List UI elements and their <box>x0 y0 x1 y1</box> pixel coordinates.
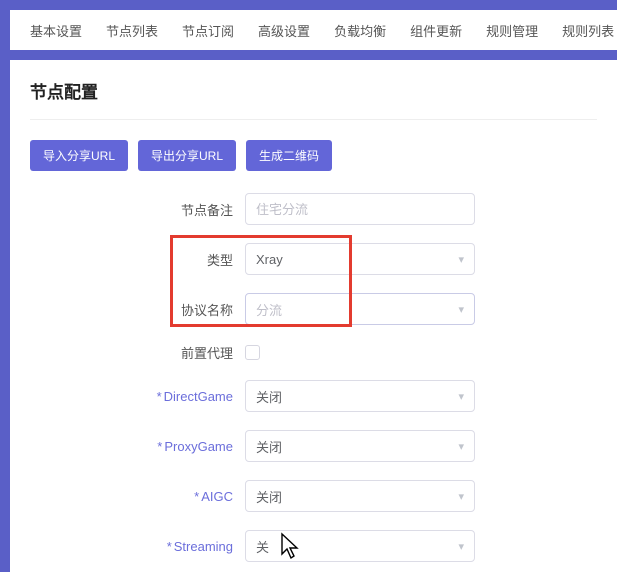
protocol-placeholder: 分流 <box>256 300 282 319</box>
streaming-select[interactable]: 关 ▾ <box>245 530 475 562</box>
tab-rule-manage[interactable]: 规则管理 <box>474 21 550 40</box>
import-url-button[interactable]: 导入分享URL <box>30 140 128 171</box>
remark-label: 节点备注 <box>30 200 245 219</box>
required-mark: * <box>157 439 162 454</box>
top-tabs: 基本设置 节点列表 节点订阅 高级设置 负载均衡 组件更新 规则管理 规则列表 … <box>10 10 617 50</box>
tab-node-list[interactable]: 节点列表 <box>94 21 170 40</box>
config-panel: 节点配置 导入分享URL 导出分享URL 生成二维码 节点备注 类型 Xray … <box>10 60 617 572</box>
type-select[interactable]: Xray ▾ <box>245 243 475 275</box>
directgame-select[interactable]: 关闭 ▾ <box>245 380 475 412</box>
proxygame-label-text: ProxyGame <box>164 439 233 454</box>
tab-basic[interactable]: 基本设置 <box>18 21 94 40</box>
directgame-label-text: DirectGame <box>164 389 233 404</box>
preproxy-checkbox[interactable] <box>245 345 260 360</box>
protocol-label: 协议名称 <box>30 300 245 319</box>
aigc-label-text: AIGC <box>201 489 233 504</box>
tab-comp-update[interactable]: 组件更新 <box>398 21 474 40</box>
tab-load-balance[interactable]: 负载均衡 <box>322 21 398 40</box>
panel-title: 节点配置 <box>30 78 597 120</box>
proxygame-label: *ProxyGame <box>30 439 245 454</box>
required-mark: * <box>194 489 199 504</box>
aigc-label: *AIGC <box>30 489 245 504</box>
streaming-label-text: Streaming <box>174 539 233 554</box>
required-mark: * <box>157 389 162 404</box>
chevron-down-icon: ▾ <box>458 253 464 266</box>
action-buttons: 导入分享URL 导出分享URL 生成二维码 <box>30 140 597 171</box>
tab-rule-list[interactable]: 规则列表 <box>550 21 617 40</box>
gen-qr-button[interactable]: 生成二维码 <box>246 140 332 171</box>
proxygame-value: 关闭 <box>256 437 282 456</box>
type-value: Xray <box>256 252 283 267</box>
proxygame-select[interactable]: 关闭 ▾ <box>245 430 475 462</box>
type-label: 类型 <box>30 250 245 269</box>
streaming-value: 关 <box>256 537 269 556</box>
remark-input[interactable] <box>245 193 475 225</box>
chevron-down-icon: ▾ <box>458 440 464 453</box>
export-url-button[interactable]: 导出分享URL <box>138 140 236 171</box>
chevron-down-icon: ▾ <box>458 303 464 316</box>
chevron-down-icon: ▾ <box>458 490 464 503</box>
directgame-label: *DirectGame <box>30 389 245 404</box>
chevron-down-icon: ▾ <box>458 540 464 553</box>
required-mark: * <box>167 539 172 554</box>
streaming-label: *Streaming <box>30 539 245 554</box>
directgame-value: 关闭 <box>256 387 282 406</box>
tab-advanced[interactable]: 高级设置 <box>246 21 322 40</box>
aigc-value: 关闭 <box>256 487 282 506</box>
tab-node-sub[interactable]: 节点订阅 <box>170 21 246 40</box>
protocol-select[interactable]: 分流 ▾ <box>245 293 475 325</box>
remark-input-field[interactable] <box>256 202 464 217</box>
preproxy-label: 前置代理 <box>30 343 245 362</box>
chevron-down-icon: ▾ <box>458 390 464 403</box>
aigc-select[interactable]: 关闭 ▾ <box>245 480 475 512</box>
